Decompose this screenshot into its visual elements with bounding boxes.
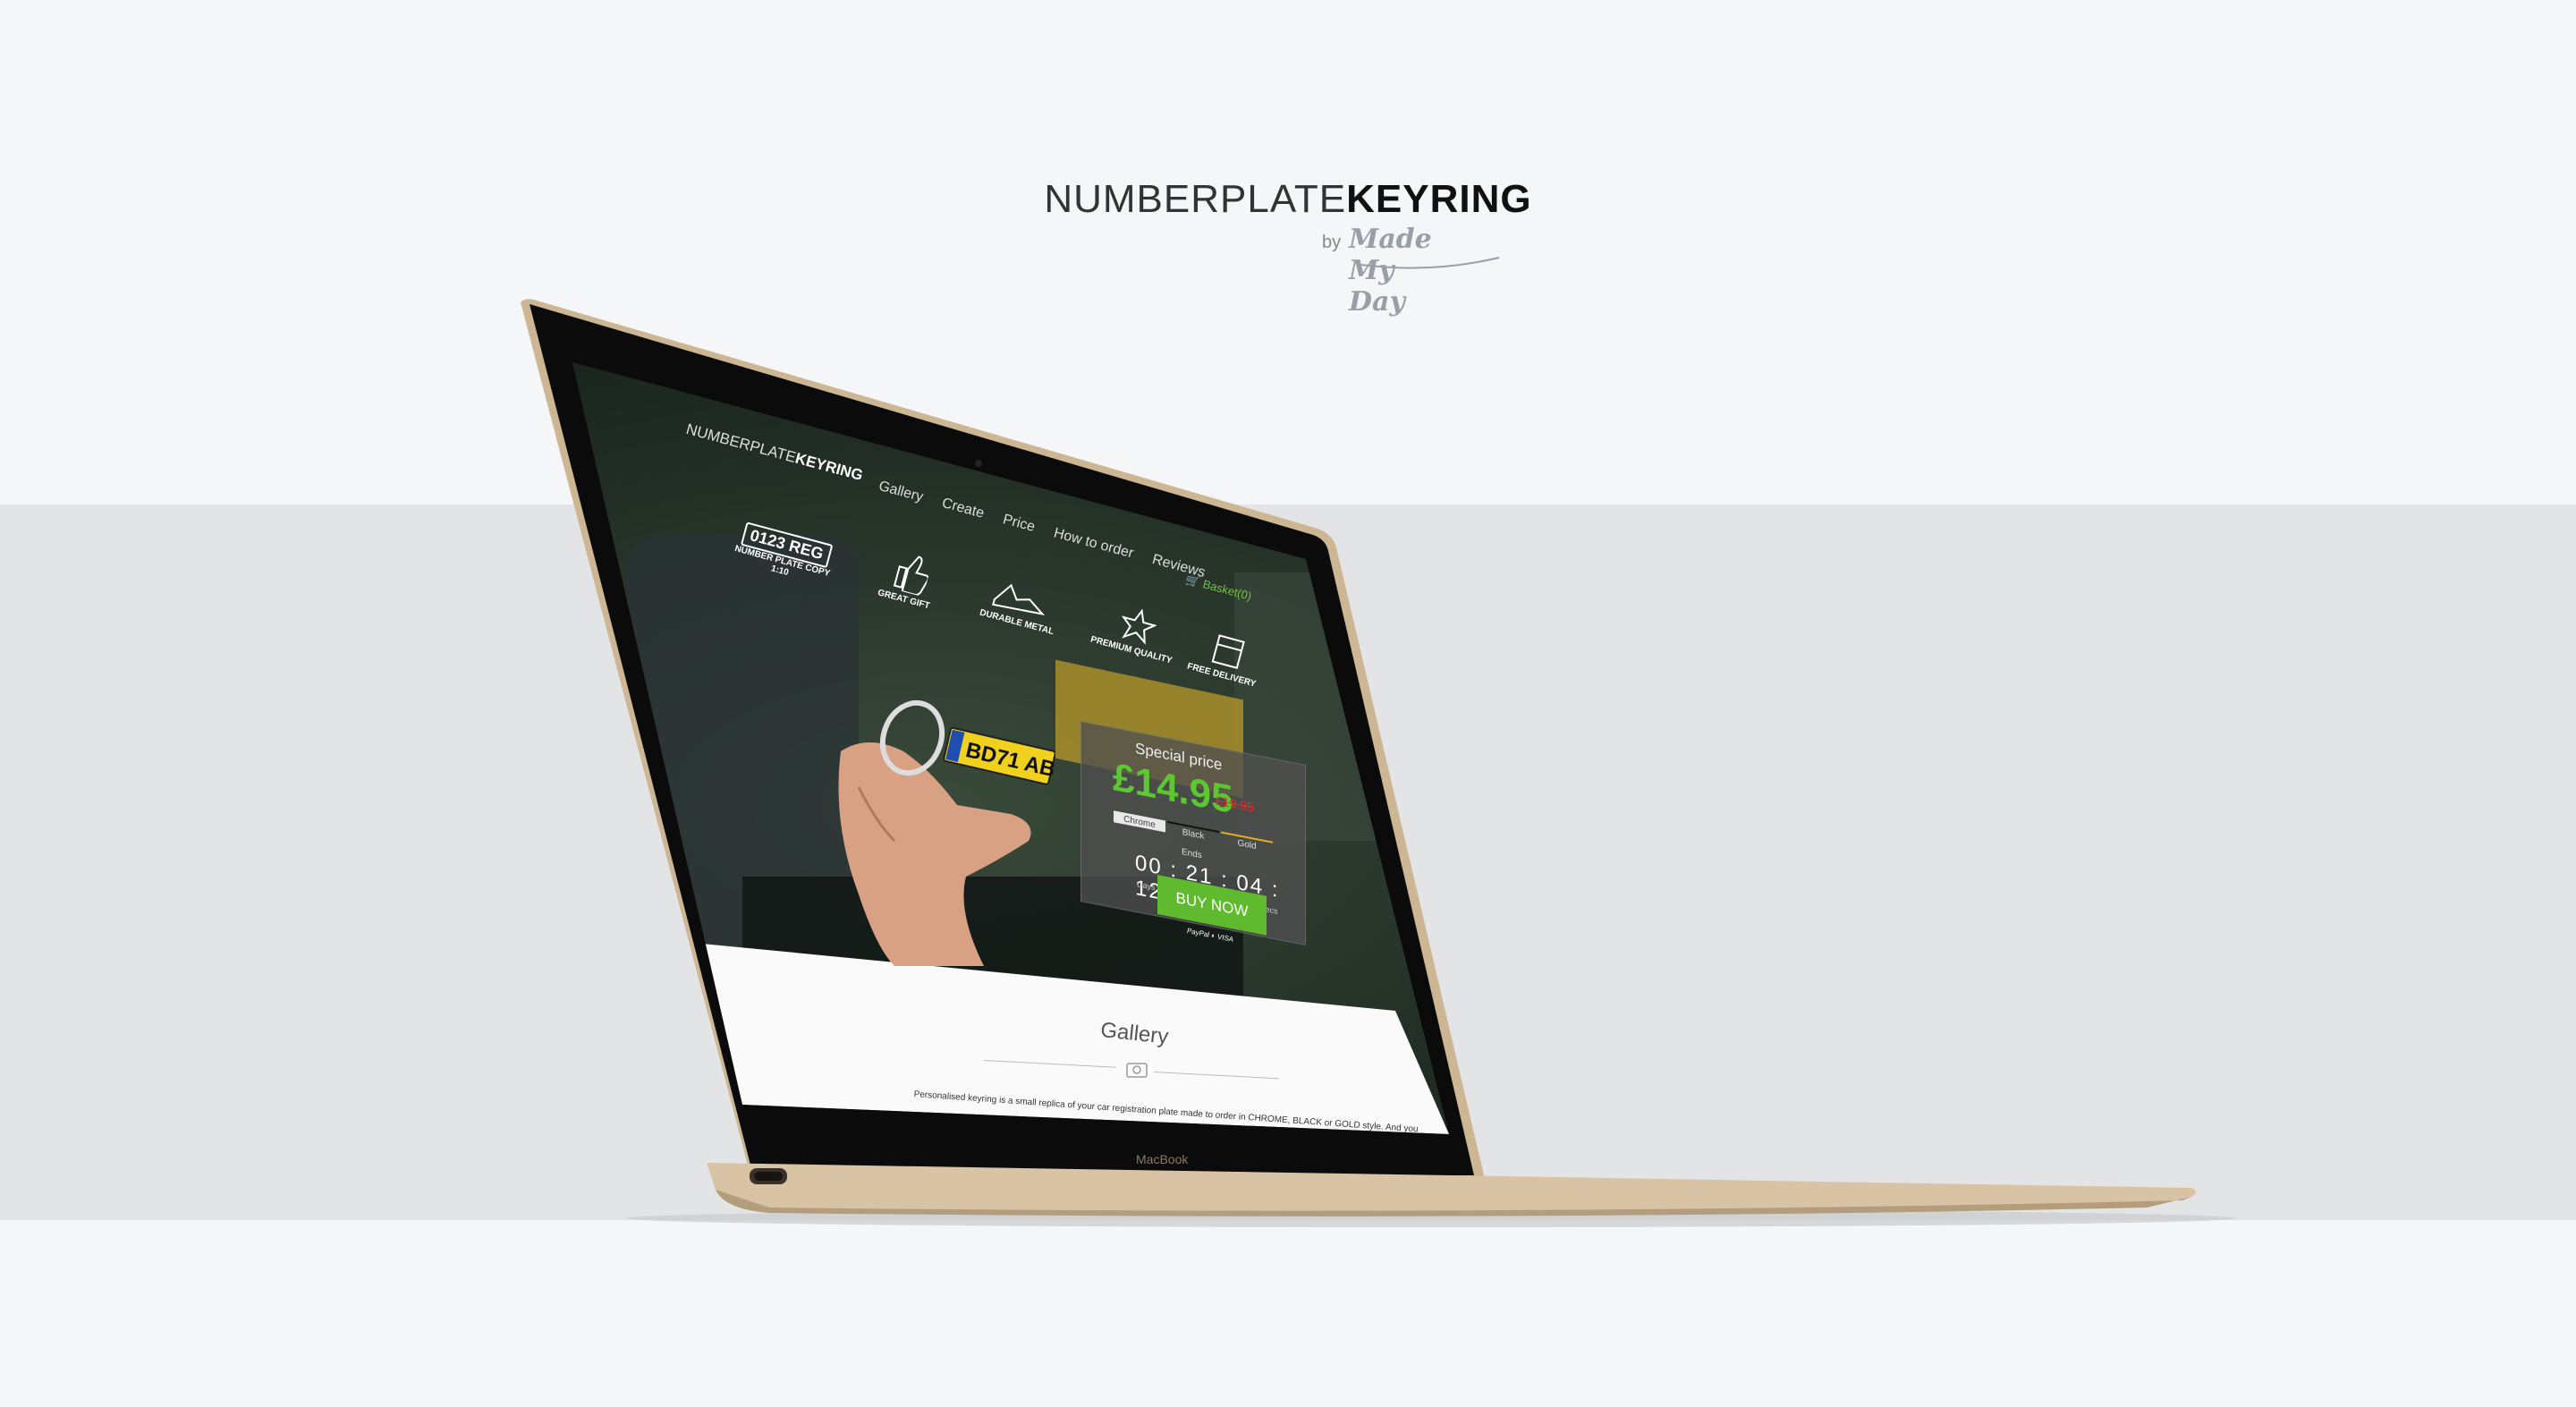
feature-durable-metal: DURABLE METAL: [979, 571, 1064, 637]
feature-premium-quality: PREMIUM QUALITY: [1089, 598, 1183, 665]
thumbs-up-icon: [893, 555, 929, 596]
camera-icon: [1126, 1063, 1148, 1078]
tab-chrome[interactable]: Chrome: [1114, 810, 1165, 833]
gallery-divider-right: [1153, 1072, 1279, 1080]
macbook-label: MacBook: [1136, 1152, 1189, 1166]
feature-plate-copy: 0123 REG NUMBER PLATE COPY 1:10: [731, 521, 837, 589]
countdown-ends-label: Ends: [1182, 846, 1202, 861]
feature-free-delivery: FREE DELIVERY: [1186, 624, 1267, 690]
nav-price[interactable]: Price: [1001, 512, 1037, 536]
box-icon: [1211, 634, 1245, 669]
site-logo-bold: KEYRING: [793, 449, 865, 485]
nav-create[interactable]: Create: [940, 496, 986, 522]
basket-label: Basket(0): [1201, 577, 1253, 604]
feature-great-gift: GREAT GIFT: [877, 544, 943, 611]
tab-black[interactable]: Black: [1167, 820, 1219, 845]
nav-how-to-order[interactable]: How to order: [1052, 525, 1135, 562]
gallery-divider-left: [983, 1060, 1116, 1068]
hand-holding-keyring: BD71 ABC: [838, 699, 1055, 966]
basket-icon: 🛒: [1184, 572, 1202, 589]
laptop-mockup: MacBook NUMBERPLATEKEYRING Gallery Creat…: [0, 0, 2576, 1407]
nav-gallery[interactable]: Gallery: [877, 479, 925, 506]
gallery-heading: Gallery: [1099, 1018, 1170, 1049]
tab-gold[interactable]: Gold: [1221, 831, 1273, 855]
star-icon: [1121, 608, 1157, 645]
site-logo-light: NUMBERPLATE: [684, 420, 798, 467]
